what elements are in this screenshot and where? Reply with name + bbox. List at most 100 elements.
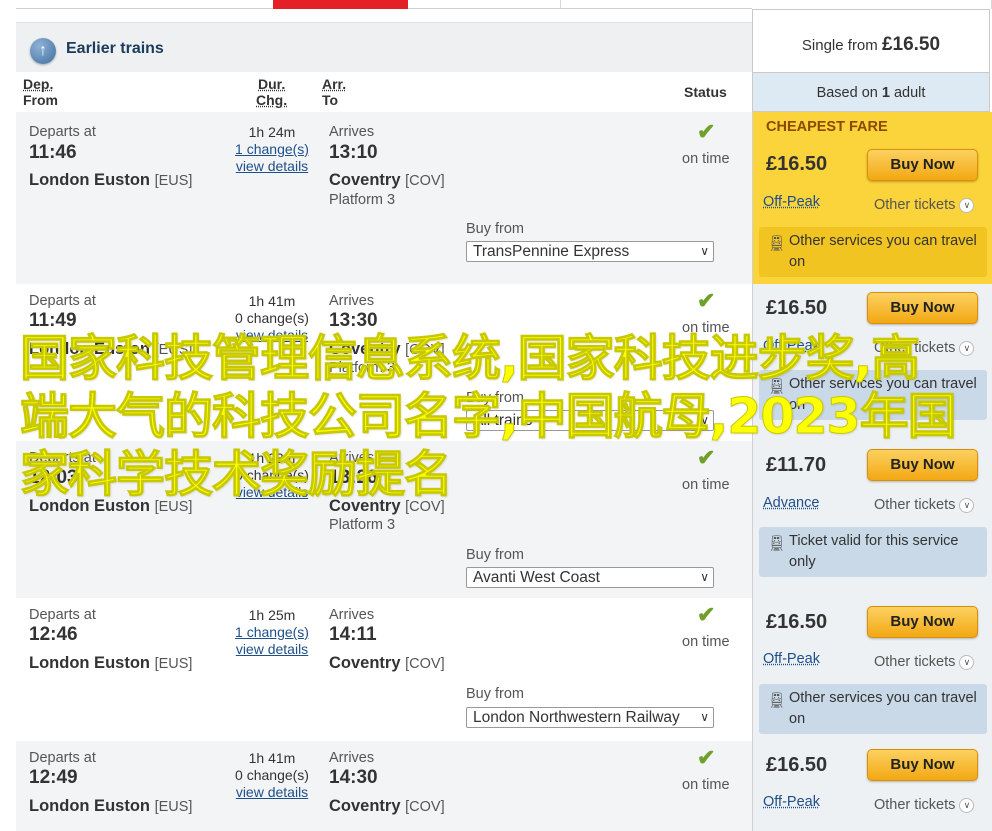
origin-station: London Euston [EUS] <box>29 797 192 816</box>
origin-name: London Euston <box>29 797 150 815</box>
changes-link[interactable]: 1 change(s) <box>220 624 324 641</box>
destination-code: [COV] <box>405 342 445 358</box>
destination-code: [COV] <box>405 499 445 515</box>
duration-block: 1h 23m 0 change(s) view details <box>220 450 324 501</box>
col-to-label: To <box>322 92 339 108</box>
check-icon: ✔ <box>697 288 716 313</box>
view-details-link[interactable]: view details <box>220 784 324 801</box>
origin-code: [EUS] <box>154 799 193 815</box>
other-tickets-toggle[interactable]: Other tickets ∨ <box>874 497 975 513</box>
col-status: Status <box>684 84 727 100</box>
chevron-down-icon: ∨ <box>959 198 975 213</box>
changes-text: 0 change(s) <box>235 467 309 483</box>
buy-now-button[interactable]: Buy Now <box>867 449 978 481</box>
active-tab-indicator[interactable] <box>273 0 408 9</box>
top-tab-strip <box>0 0 992 9</box>
origin-station: London Euston [EUS] <box>29 171 192 190</box>
origin-name: London Euston <box>29 654 150 672</box>
col-dep-from[interactable]: Dep. From <box>23 76 58 108</box>
arrival-time: 13:26 <box>329 467 378 488</box>
column-headers: Dep. From Dur. Chg. Arr. To Status <box>16 72 752 113</box>
ticket-type-link[interactable]: Off-Peak <box>763 651 820 667</box>
departure-time: 12:03 <box>29 467 78 488</box>
operator-select[interactable]: London Northwestern Railway ∨ <box>466 707 714 728</box>
operator-value: All trains <box>473 412 533 429</box>
operator-value: TransPennine Express <box>473 243 630 260</box>
origin-code: [EUS] <box>154 656 193 672</box>
service-note-text: Other services you can travel on <box>789 376 977 413</box>
arrow-up-icon[interactable]: ↑ <box>30 38 56 64</box>
ticket-type-link[interactable]: Advance <box>763 495 819 511</box>
single-fare-header: Single from £16.50 <box>752 9 990 72</box>
earlier-trains-bar[interactable]: ↑ Earlier trains <box>16 22 752 73</box>
other-tickets-toggle[interactable]: Other tickets ∨ <box>874 797 975 813</box>
status-text: on time <box>682 320 730 336</box>
duration: 1h 23m <box>248 450 296 466</box>
destination-station: Coventry [COV] <box>329 497 445 516</box>
view-details-link[interactable]: view details <box>220 484 324 501</box>
view-details-link[interactable]: view details <box>220 327 324 344</box>
journey-row[interactable]: Departs at 12:03 London Euston [EUS] 1h … <box>16 441 752 598</box>
departure-time: 11:49 <box>29 310 77 331</box>
arrival-time: 13:10 <box>329 142 378 163</box>
journey-row[interactable]: Departs at 11:46 London Euston [EUS] 1h … <box>16 112 752 284</box>
duration-block: 1h 41m 0 change(s) view details <box>220 293 324 344</box>
fare-cell: £16.50 Buy Now Off-Peak Other tickets ∨ <box>752 741 992 831</box>
platform: Platform 3 <box>329 360 396 376</box>
journey-row[interactable]: Departs at 12:49 London Euston [EUS] 1h … <box>16 741 752 831</box>
view-details-link[interactable]: view details <box>220 158 324 175</box>
ticket-type-link[interactable]: Off-Peak <box>763 194 820 210</box>
other-tickets-label: Other tickets <box>874 340 956 356</box>
journey-row[interactable]: Departs at 11:49 London Euston [EUS] 1h … <box>16 284 752 441</box>
other-tickets-label: Other tickets <box>874 797 956 813</box>
buy-from-label: Buy from <box>466 686 525 702</box>
status-text: on time <box>682 151 730 167</box>
changes-link[interactable]: 1 change(s) <box>220 141 324 158</box>
service-note: 🚆︎ Other services you can travel on <box>759 370 987 420</box>
arrival-time: 14:30 <box>329 767 378 788</box>
duration-block: 1h 41m 0 change(s) view details <box>220 750 324 801</box>
arrival-time: 14:11 <box>329 624 377 645</box>
buy-now-button[interactable]: Buy Now <box>867 149 978 181</box>
arrival-time: 13:30 <box>329 310 378 331</box>
train-icon: 🚆︎ <box>767 535 787 552</box>
fare-tab[interactable] <box>560 0 992 9</box>
service-note: 🚆︎ Ticket valid for this service only <box>759 527 987 577</box>
earlier-trains-link[interactable]: Earlier trains <box>66 40 164 58</box>
buy-now-button[interactable]: Buy Now <box>867 749 978 781</box>
destination-name: Coventry <box>329 497 401 515</box>
chevron-down-icon: ∨ <box>959 655 975 670</box>
fare-cell: £11.70 Buy Now Advance Other tickets ∨ 🚆︎… <box>752 441 992 598</box>
col-arr-to[interactable]: Arr. To <box>322 76 346 108</box>
destination-station: Coventry [COV] <box>329 340 445 359</box>
origin-code: [EUS] <box>154 342 193 358</box>
operator-select[interactable]: TransPennine Express ∨ <box>466 241 714 262</box>
other-tickets-toggle[interactable]: Other tickets ∨ <box>874 197 975 213</box>
chevron-down-icon: ∨ <box>700 710 709 724</box>
ticket-type-link[interactable]: Off-Peak <box>763 338 820 354</box>
fare-cell: £16.50 Buy Now Off-Peak Other tickets ∨ 🚆… <box>752 598 992 741</box>
destination-code: [COV] <box>405 173 445 189</box>
buy-now-button[interactable]: Buy Now <box>867 292 978 324</box>
departure-time: 11:46 <box>29 142 77 163</box>
service-note-text: Ticket valid for this service only <box>789 533 959 570</box>
buy-now-button[interactable]: Buy Now <box>867 606 978 638</box>
other-tickets-toggle[interactable]: Other tickets ∨ <box>874 340 975 356</box>
buy-from-label: Buy from <box>466 390 525 406</box>
ticket-type-link[interactable]: Off-Peak <box>763 794 820 810</box>
journey-row[interactable]: Departs at 12:46 London Euston [EUS] 1h … <box>16 598 752 741</box>
arrives-label: Arrives <box>329 293 375 309</box>
duration: 1h 25m <box>248 607 296 623</box>
col-dur-chg[interactable]: Dur. Chg. <box>256 76 287 108</box>
check-icon: ✔ <box>697 602 716 627</box>
view-details-link[interactable]: view details <box>220 641 324 658</box>
fare-price: £11.70 <box>766 454 827 476</box>
operator-select[interactable]: All trains ∨ <box>466 410 714 431</box>
duration: 1h 24m <box>248 124 296 140</box>
operator-select[interactable]: Avanti West Coast ∨ <box>466 567 714 588</box>
other-tickets-label: Other tickets <box>874 654 956 670</box>
origin-code: [EUS] <box>154 173 193 189</box>
other-tickets-toggle[interactable]: Other tickets ∨ <box>874 654 975 670</box>
destination-station: Coventry [COV] <box>329 171 445 190</box>
departure-time: 12:46 <box>29 624 78 645</box>
